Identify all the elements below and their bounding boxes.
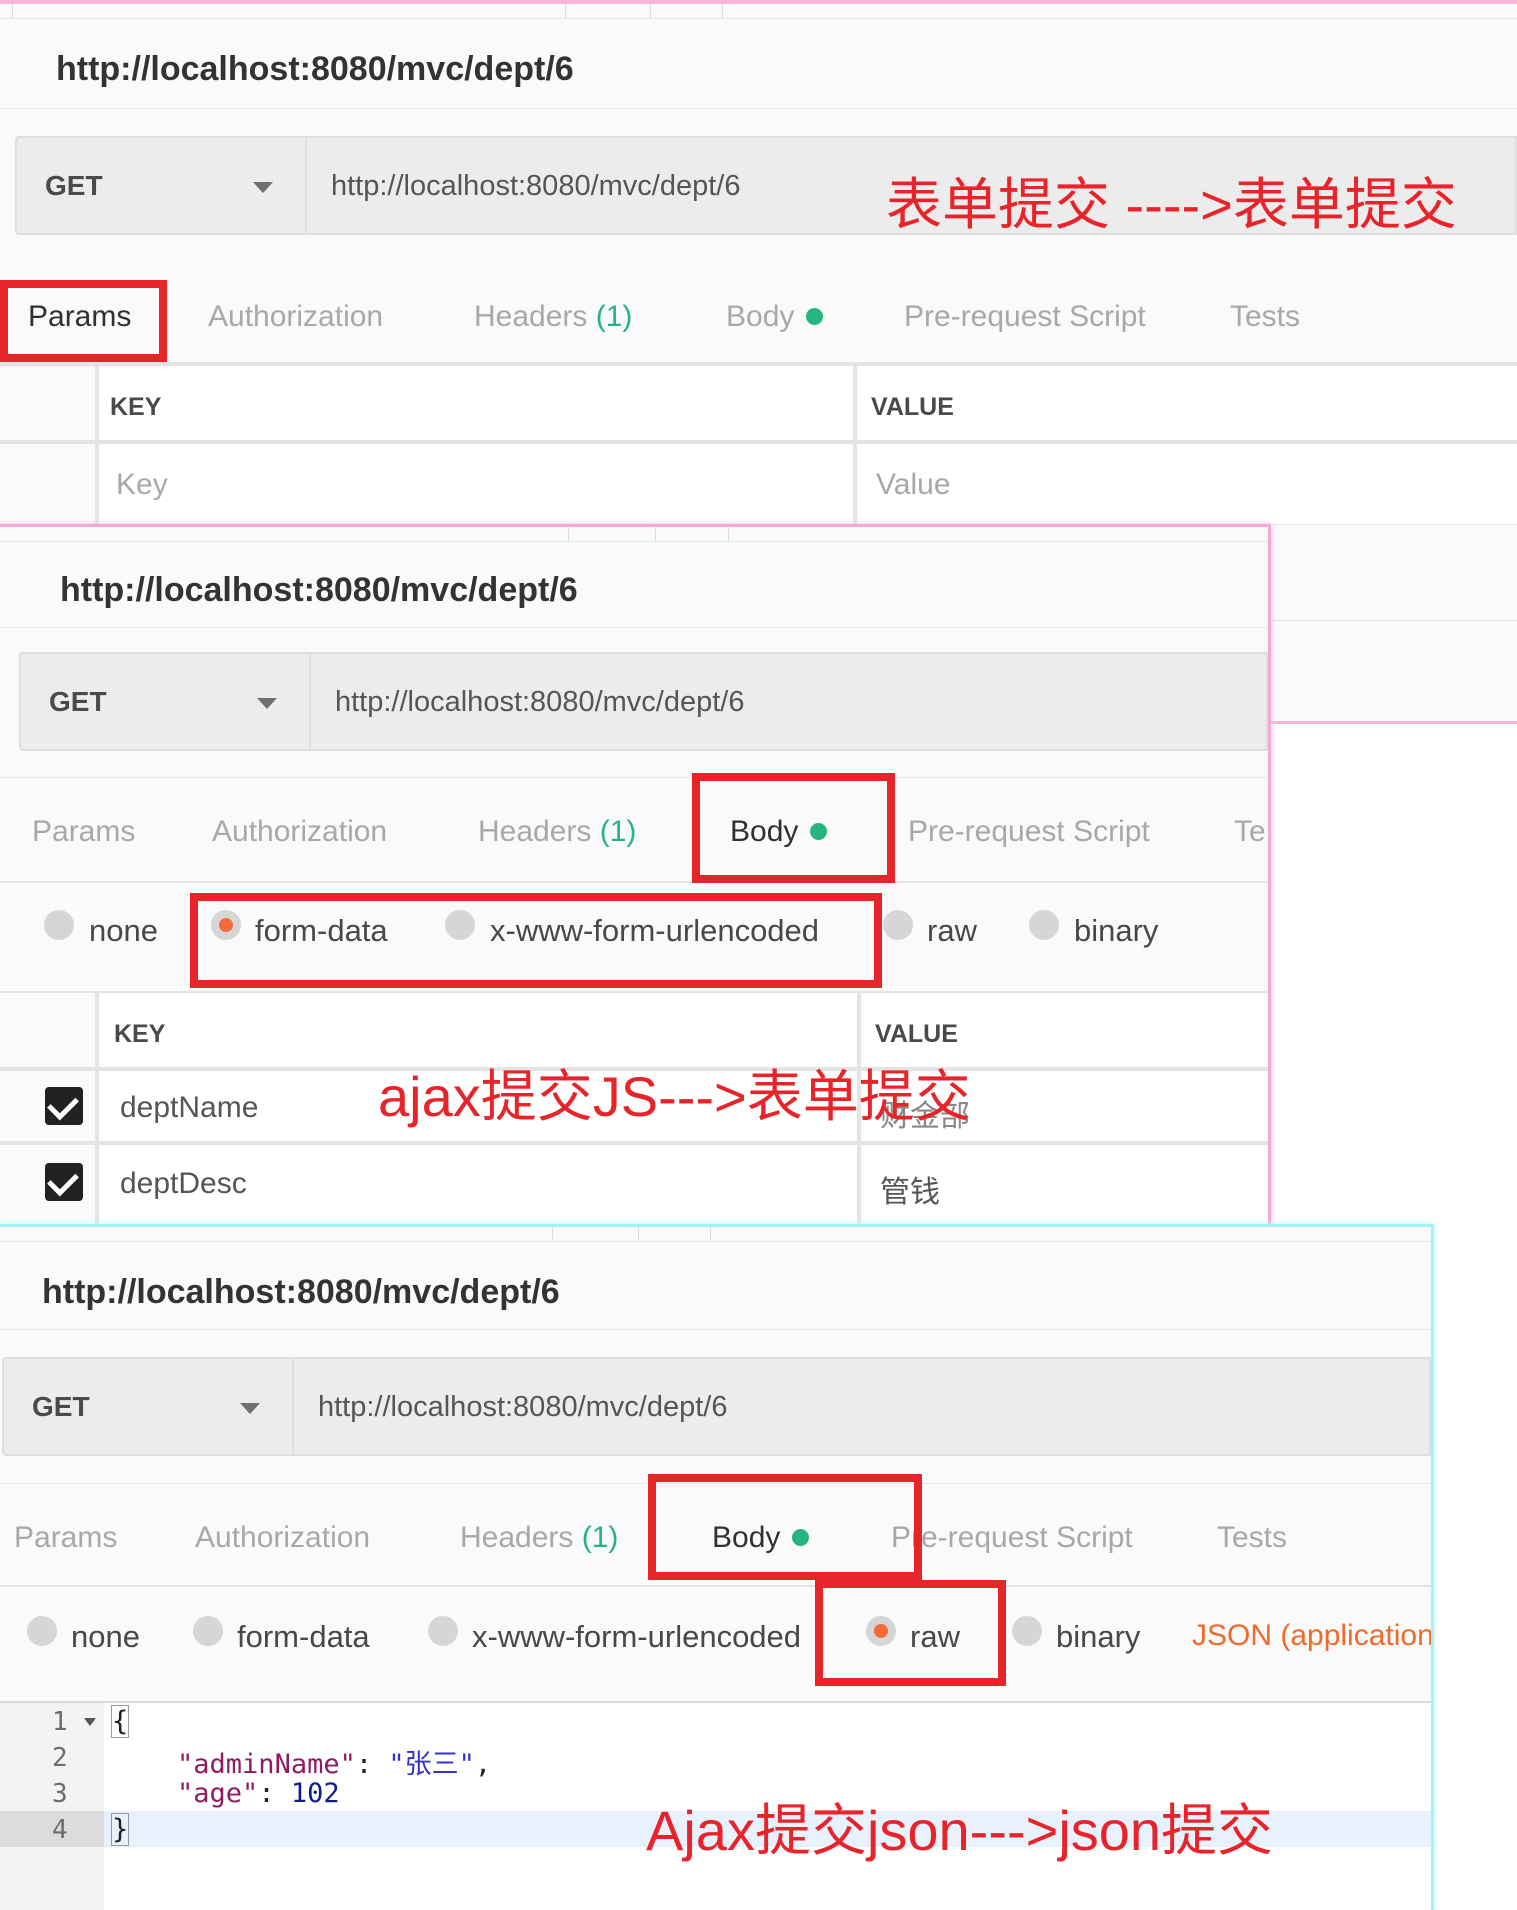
tab-authorization[interactable]: Authorization (195, 1521, 370, 1555)
request-title: http://localhost:8080/mvc/dept/6 (42, 1273, 560, 1311)
line-number: 3 (52, 1779, 68, 1809)
fold-arrow-icon[interactable] (84, 1718, 96, 1726)
annotation-ajax-json-submit: Ajax提交json--->json提交 (646, 1799, 1274, 1862)
request-tab-strip (0, 1227, 1431, 1242)
code-brace: { (110, 1705, 130, 1738)
tab-prerequest-script[interactable]: Pre-request Script (904, 300, 1146, 334)
tab-tests[interactable]: Tests (1230, 300, 1300, 334)
body-type-none-label: none (89, 913, 158, 948)
tab-body-label: Body (726, 300, 795, 333)
request-title: http://localhost:8080/mvc/dept/6 (56, 50, 574, 88)
key-column-header: KEY (110, 393, 162, 421)
annotation-form-submit: 表单提交 ---->表单提交 (886, 173, 1457, 236)
headers-count-badge: (1) (581, 1521, 619, 1554)
body-type-urlencoded-label: x-www-form-urlencoded (472, 1619, 802, 1654)
code-line: "age": 102 (177, 1778, 340, 1809)
method-dropdown[interactable]: GET (19, 652, 311, 751)
body-type-none-radio[interactable] (27, 1616, 57, 1646)
body-type-binary-label: binary (1056, 1619, 1141, 1654)
chevron-down-icon (253, 182, 273, 193)
key-column-header: KEY (114, 1020, 166, 1048)
body-type-none-label: none (71, 1619, 140, 1654)
row-value[interactable]: 管钱 (880, 1167, 940, 1211)
tab-headers-label: Headers (474, 300, 588, 333)
line-number: 4 (52, 1815, 68, 1845)
method-label: GET (45, 170, 103, 201)
request-title: http://localhost:8080/mvc/dept/6 (60, 571, 578, 609)
row-key[interactable]: deptName (120, 1091, 258, 1125)
tab-params[interactable]: Params (14, 1521, 117, 1555)
params-header-row: KEY VALUE (0, 364, 1517, 442)
line-number: 1 (52, 1707, 68, 1737)
highlight-raw-option (815, 1580, 1006, 1686)
highlight-form-encodings (190, 893, 882, 988)
row-enabled-checkbox[interactable] (45, 1163, 83, 1201)
chevron-down-icon (240, 1403, 260, 1414)
request-tab-strip (0, 4, 1517, 19)
body-type-raw-radio[interactable] (883, 910, 913, 940)
tab-prerequest-script[interactable]: Pre-request Script (891, 1521, 1133, 1555)
tab-headers[interactable]: Headers (1) (474, 300, 632, 334)
code-line: { (110, 1705, 130, 1738)
tab-tests[interactable]: Te (1234, 815, 1266, 849)
code-line: "adminName": "张三", (177, 1749, 492, 1780)
url-input[interactable]: http://localhost:8080/mvc/dept/6 (294, 1357, 1431, 1456)
code-key: "adminName" (177, 1749, 356, 1780)
body-type-raw-label: raw (927, 913, 977, 948)
line-number: 2 (52, 1743, 68, 1773)
form-data-row: deptDesc 管钱 (0, 1141, 1268, 1227)
tab-tests[interactable]: Tests (1217, 1521, 1287, 1555)
body-type-form-data-label: form-data (237, 1619, 370, 1654)
headers-count-badge: (1) (599, 815, 637, 848)
method-dropdown[interactable]: GET (2, 1357, 294, 1456)
code-brace: } (110, 1813, 130, 1846)
tab-prerequest-script[interactable]: Pre-request Script (908, 815, 1150, 849)
tab-body[interactable]: Body (726, 300, 824, 334)
highlight-body-tab (692, 773, 895, 883)
raw-format-dropdown[interactable]: JSON (application (1192, 1619, 1431, 1653)
body-type-none-radio[interactable] (44, 910, 74, 940)
method-label: GET (49, 686, 107, 717)
row-enabled-checkbox[interactable] (45, 1087, 83, 1125)
value-column-header: VALUE (875, 1020, 958, 1048)
tab-headers[interactable]: Headers (1) (478, 815, 636, 849)
key-input[interactable]: Key (116, 468, 168, 502)
code-number: 102 (290, 1778, 340, 1809)
headers-count-badge: (1) (595, 300, 633, 333)
url-text: http://localhost:8080/mvc/dept/6 (331, 170, 741, 202)
highlight-body-tab (648, 1474, 922, 1580)
code-line: } (110, 1813, 130, 1846)
chevron-down-icon (257, 698, 277, 709)
params-empty-row: Key Value (0, 440, 1517, 528)
code-key: "age" (177, 1778, 259, 1809)
tab-headers-label: Headers (478, 815, 592, 848)
url-text: http://localhost:8080/mvc/dept/6 (335, 686, 745, 718)
body-type-binary-radio[interactable] (1029, 910, 1059, 940)
tab-params[interactable]: Params (32, 815, 135, 849)
body-type-form-data-radio[interactable] (193, 1616, 223, 1646)
value-column-header: VALUE (871, 393, 954, 421)
body-indicator-dot (806, 307, 824, 325)
tab-authorization[interactable]: Authorization (212, 815, 387, 849)
request-tab-strip (0, 527, 1268, 542)
body-type-binary-label: binary (1074, 913, 1159, 948)
url-input[interactable]: http://localhost:8080/mvc/dept/6 (311, 652, 1268, 751)
tab-headers-label: Headers (460, 1521, 574, 1554)
code-string: "张三" (388, 1749, 475, 1780)
body-type-urlencoded-radio[interactable] (428, 1616, 458, 1646)
tab-authorization[interactable]: Authorization (208, 300, 383, 334)
method-dropdown[interactable]: GET (15, 136, 307, 235)
request-panel-1: http://localhost:8080/mvc/dept/6 GET htt… (0, 0, 1517, 528)
method-label: GET (32, 1391, 90, 1422)
request-panel-1-edge (1268, 524, 1517, 724)
url-text: http://localhost:8080/mvc/dept/6 (318, 1391, 728, 1423)
tab-headers[interactable]: Headers (1) (460, 1521, 618, 1555)
body-type-binary-radio[interactable] (1012, 1616, 1042, 1646)
row-key[interactable]: deptDesc (120, 1167, 247, 1201)
value-input[interactable]: Value (876, 468, 951, 502)
annotation-ajax-js-submit: ajax提交JS--->表单提交 (378, 1065, 971, 1128)
highlight-params-tab (0, 280, 167, 362)
